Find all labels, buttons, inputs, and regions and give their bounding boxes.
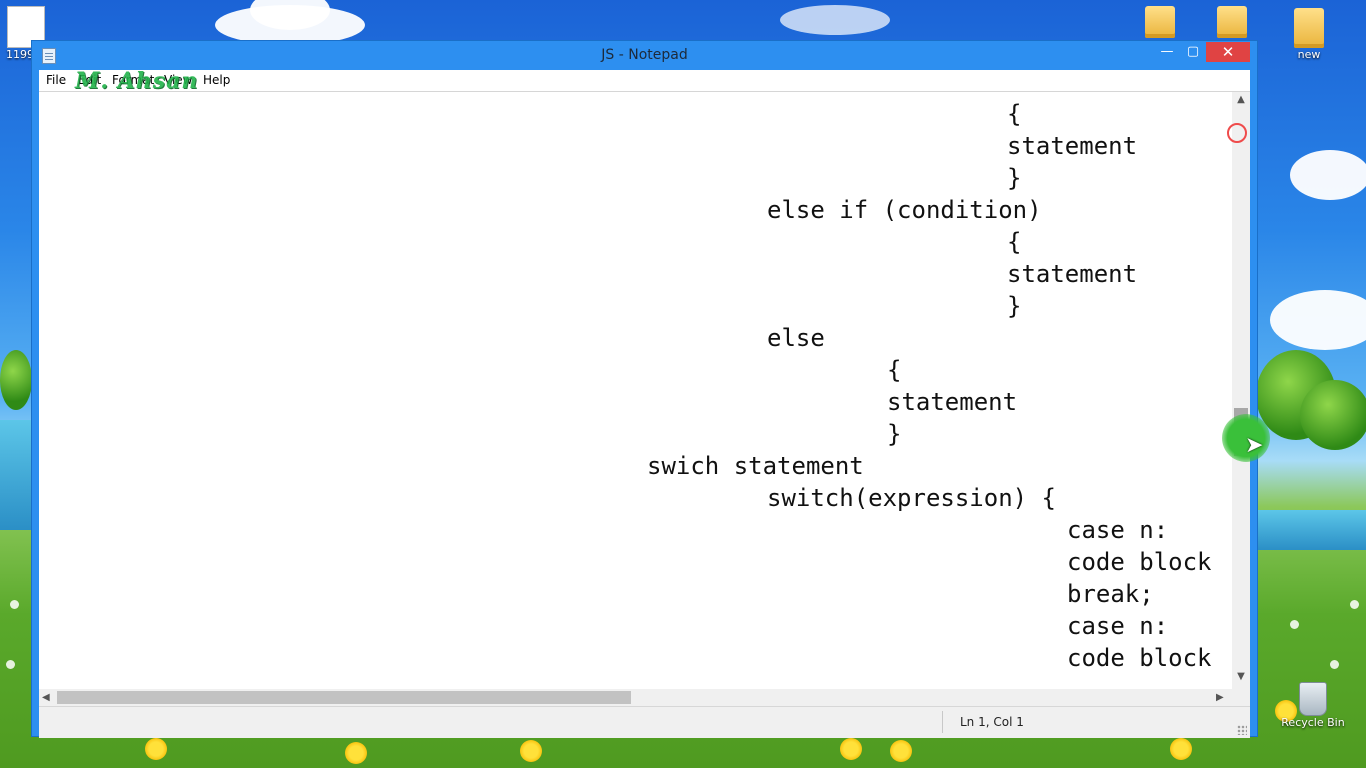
desktop-icon-new-folder[interactable]: new — [1286, 8, 1332, 61]
daisy — [1290, 620, 1299, 629]
scroll-right-arrow-icon[interactable]: ▶ — [1216, 689, 1230, 706]
mouse-pointer-icon: ➤ — [1245, 433, 1264, 458]
code-line: code block — [1067, 644, 1212, 672]
code-line: case n: — [1067, 612, 1169, 640]
code-line: code block — [1067, 548, 1212, 576]
daisy — [1350, 600, 1359, 609]
code-line: } — [1007, 292, 1022, 320]
maximize-button[interactable]: ▢ — [1180, 42, 1206, 62]
code-line: statement — [1007, 260, 1138, 288]
desktop-icon-folder[interactable] — [1140, 6, 1180, 38]
resize-grip-icon[interactable] — [1237, 725, 1247, 735]
folder-icon — [1294, 8, 1324, 48]
flower — [890, 740, 912, 762]
code-line: statement — [887, 388, 1018, 416]
lake — [1256, 510, 1366, 550]
code-line: { — [887, 356, 902, 384]
window-title: JS - Notepad — [601, 47, 688, 63]
desktop-icon-label: Recycle Bin — [1281, 716, 1345, 729]
menu-file[interactable]: File — [46, 73, 66, 87]
cloud — [1290, 150, 1366, 200]
code-line: case n: — [1067, 516, 1169, 544]
tree — [0, 350, 32, 410]
code-line: else — [767, 324, 825, 352]
editor-area: { statement } else if (condition) { stat… — [39, 91, 1250, 738]
minimize-button[interactable]: — — [1154, 42, 1180, 62]
horizontal-scroll-thumb[interactable] — [57, 691, 631, 704]
recycle-bin-icon — [1299, 682, 1327, 716]
flower — [345, 742, 367, 764]
recording-indicator-icon — [1227, 123, 1247, 143]
text-area[interactable]: { statement } else if (condition) { stat… — [39, 92, 1232, 689]
code-line: { — [1007, 100, 1022, 128]
code-line: statement — [1007, 132, 1138, 160]
code-line: } — [887, 420, 902, 448]
desktop-icon-recycle-bin[interactable]: Recycle Bin — [1278, 682, 1348, 729]
lake — [0, 420, 32, 530]
code-line: switch(expression) { — [767, 484, 1056, 512]
code-line: break; — [1067, 580, 1154, 608]
folder-icon — [1217, 6, 1247, 38]
status-divider — [942, 711, 943, 733]
code-line: { — [1007, 228, 1022, 256]
scroll-left-arrow-icon[interactable]: ◀ — [42, 689, 56, 706]
desktop-icon-label: new — [1297, 48, 1321, 61]
flower — [1170, 738, 1192, 760]
code-line: else if (condition) — [767, 196, 1042, 224]
title-bar[interactable]: JS - Notepad — ▢ ✕ — [32, 41, 1257, 71]
daisy — [6, 660, 15, 669]
folder-icon — [1145, 6, 1175, 38]
scroll-up-arrow-icon[interactable]: ▲ — [1232, 94, 1250, 110]
flower — [840, 738, 862, 760]
cloud — [1270, 290, 1366, 350]
code-line: } — [1007, 164, 1022, 192]
daisy — [10, 600, 19, 609]
close-button[interactable]: ✕ — [1206, 42, 1250, 62]
menu-bar: File Edit Format View Help M. Ahsan — [39, 68, 1250, 94]
horizontal-scrollbar[interactable]: ◀ ▶ — [39, 689, 1232, 706]
cursor-position: Ln 1, Col 1 — [960, 715, 1024, 729]
desktop-icon-folder[interactable] — [1212, 6, 1252, 38]
scroll-down-arrow-icon[interactable]: ▼ — [1232, 671, 1250, 687]
scrollbar-corner — [1232, 689, 1250, 706]
notepad-window: JS - Notepad — ▢ ✕ File Edit Format View… — [31, 40, 1258, 738]
flower — [520, 740, 542, 762]
cloud — [780, 5, 890, 35]
flower — [145, 738, 167, 760]
menu-help[interactable]: Help — [203, 73, 230, 87]
daisy — [1330, 660, 1339, 669]
tree — [1300, 380, 1366, 450]
vertical-scrollbar[interactable]: ▲ ▼ — [1232, 92, 1250, 689]
status-bar: Ln 1, Col 1 — [39, 706, 1250, 738]
code-line: swich statement — [647, 452, 864, 480]
